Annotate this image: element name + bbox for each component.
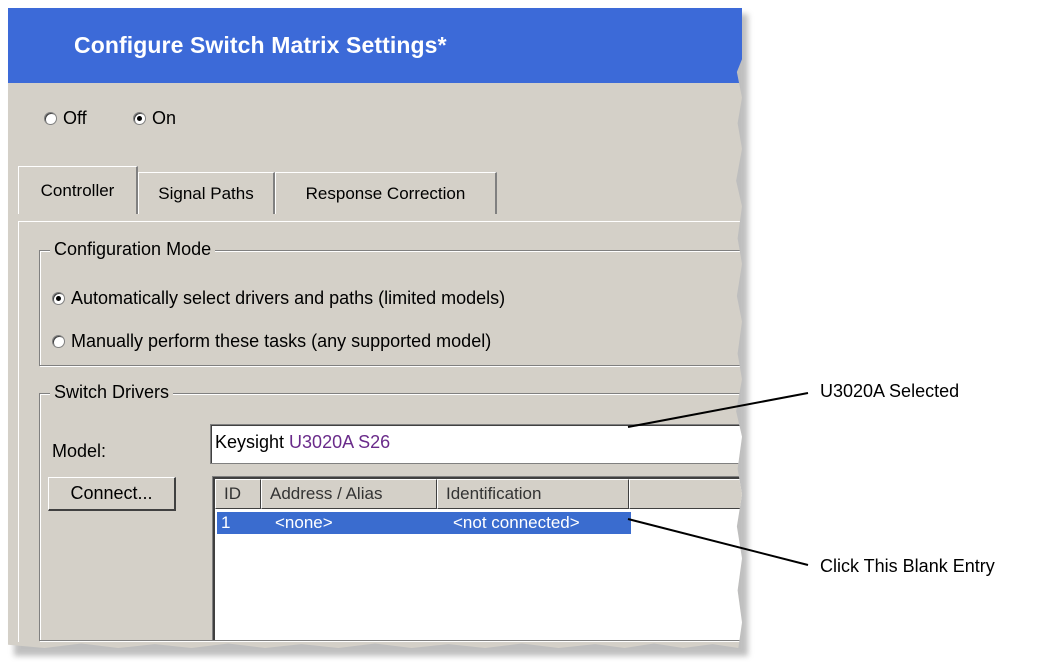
entry-callout-line: [627, 518, 809, 566]
entry-callout-text: Click This Blank Entry: [820, 556, 995, 576]
model-callout-text: U3020A Selected: [820, 381, 960, 401]
model-callout-line: [627, 392, 809, 428]
